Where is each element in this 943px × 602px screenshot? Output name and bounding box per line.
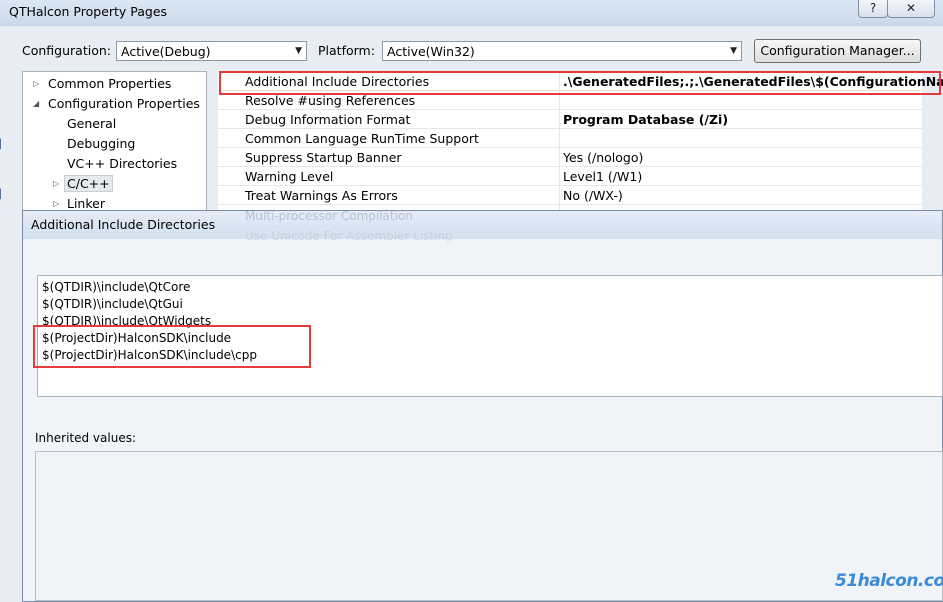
tree-item-linker[interactable]: Linker [67,196,105,211]
tree-item-configuration-properties[interactable]: Configuration Properties [48,96,200,111]
configuration-manager-button[interactable]: Configuration Manager... [754,39,921,63]
configuration-value: Active(Debug) [121,44,211,59]
property-name: Resolve #using References [245,93,416,108]
expand-icon[interactable]: ▷ [53,199,59,208]
expand-icon[interactable]: ▷ [33,79,39,88]
directory-line: $(QTDIR)\include\QtGui [42,297,183,311]
title-bar: QTHalcon Property Pages ? ✕ [0,0,943,26]
background-fragment: ▏ [0,190,7,200]
property-value: No (/WX-) [563,188,623,203]
directory-line: $(QTDIR)\include\QtCore [42,280,191,294]
property-name: Debug Information Format [245,112,411,127]
tree-item-debugging[interactable]: Debugging [67,136,135,151]
tree-item-general[interactable]: General [67,116,116,131]
tree-item-common-properties[interactable]: Common Properties [48,76,171,91]
tree-item-c-cpp[interactable]: C/C++ [64,175,113,192]
property-value: Program Database (/Zi) [563,112,729,127]
highlight-box [33,325,311,368]
window-title: QTHalcon Property Pages [9,4,168,19]
grid-row[interactable]: Suppress Startup Banner Yes (/nologo) [218,148,922,167]
property-value: Level1 (/W1) [563,169,643,184]
watermark: 51halcon.com [835,571,943,591]
platform-select[interactable]: Active(Win32) ▼ [382,41,742,61]
dialog-title-bar: Additional Include Directories [23,211,942,239]
property-tree: ▷ Common Properties ◢ Configuration Prop… [22,71,207,221]
inherited-values-box [35,451,943,601]
property-name: Warning Level [245,169,334,184]
property-name: Common Language RunTime Support [245,131,479,146]
property-value: Yes (/nologo) [563,150,644,165]
grid-row[interactable]: Treat Warnings As Errors No (/WX-) [218,186,922,205]
help-button[interactable]: ? [858,0,888,18]
faded-row-text: Multi-processor Compilation [245,209,413,223]
close-button[interactable]: ✕ [887,0,935,18]
tree-item-vc-directories[interactable]: VC++ Directories [67,156,177,171]
property-name: Suppress Startup Banner [245,150,402,165]
close-icon: ✕ [905,1,917,15]
background-fragment: ▏ [0,140,7,150]
grid-row[interactable]: Warning Level Level1 (/W1) [218,167,922,186]
collapse-icon[interactable]: ◢ [33,99,39,108]
inherited-values-label: Inherited values: [35,431,136,445]
dialog-title: Additional Include Directories [31,217,216,232]
grid-row[interactable]: Debug Information Format Program Databas… [218,110,922,129]
platform-label: Platform: [318,43,375,58]
configuration-label: Configuration: [22,43,111,58]
platform-value: Active(Win32) [387,44,475,59]
highlight-box [219,71,941,95]
chevron-down-icon: ▼ [295,46,302,56]
chevron-down-icon: ▼ [730,46,737,56]
faded-row-text: Use Unicode For Assembler Listing [245,229,453,243]
property-name: Treat Warnings As Errors [245,188,398,203]
grid-row[interactable]: Common Language RunTime Support [218,129,922,148]
help-icon: ? [869,1,877,15]
include-directories-dialog: Additional Include Directories Multi-pro… [22,209,943,602]
configuration-select[interactable]: Active(Debug) ▼ [116,41,307,61]
expand-icon[interactable]: ▷ [53,179,59,188]
